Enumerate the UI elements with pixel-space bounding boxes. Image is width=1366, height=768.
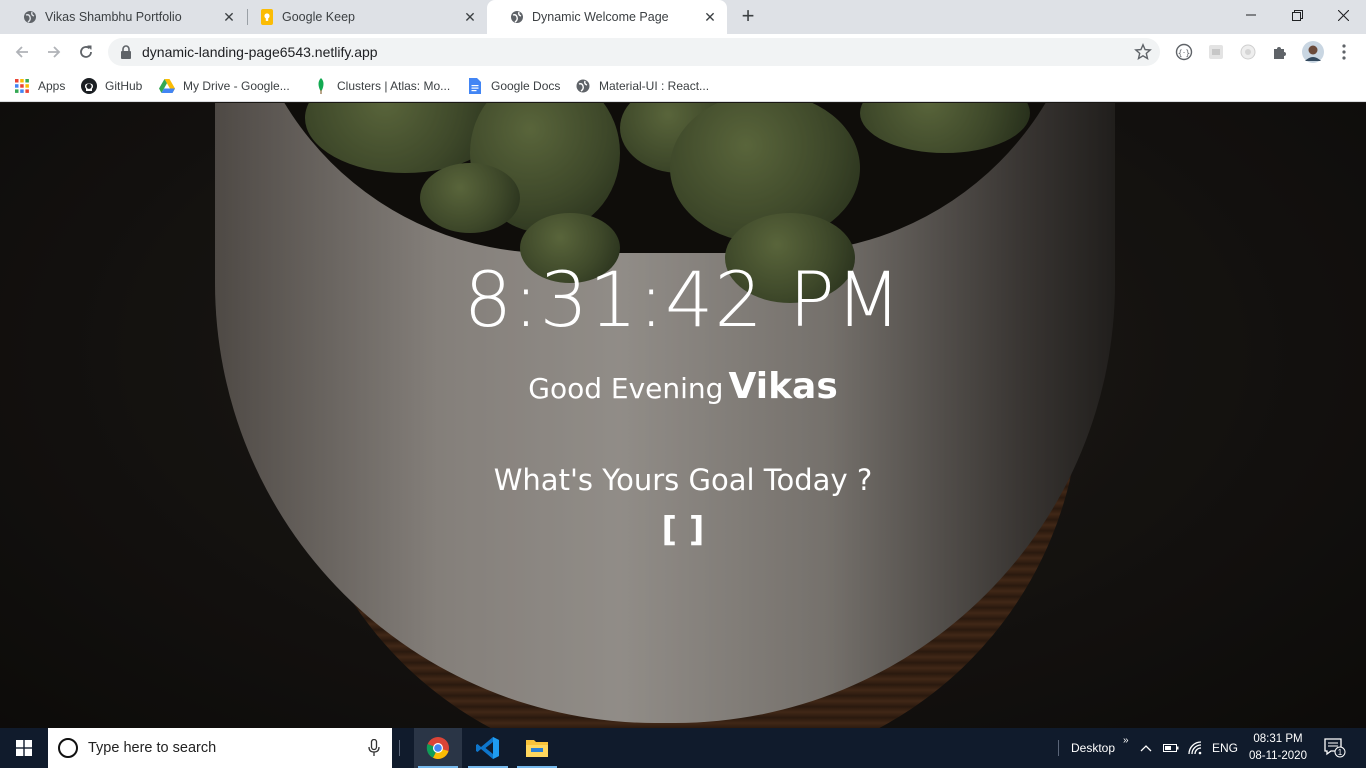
- divider: [1058, 740, 1059, 756]
- browser-toolbar: dynamic-landing-page6543.netlify.app {·}: [0, 34, 1366, 70]
- tab-title: Google Keep: [282, 10, 355, 24]
- tab-title: Dynamic Welcome Page: [532, 10, 669, 24]
- new-tab-button[interactable]: +: [736, 5, 760, 29]
- close-tab-icon[interactable]: ✕: [222, 10, 236, 24]
- back-button[interactable]: [10, 40, 34, 64]
- bookmark-github[interactable]: GitHub: [81, 76, 142, 96]
- goal-question: What's Yours Goal Today ?: [493, 463, 873, 497]
- search-placeholder[interactable]: Type here to search: [88, 740, 216, 756]
- start-button[interactable]: [0, 728, 48, 768]
- google-drive-icon: [159, 78, 175, 94]
- back-arrow-icon: [15, 46, 28, 58]
- bookmark-label: My Drive - Google...: [183, 79, 290, 93]
- url-text[interactable]: dynamic-landing-page6543.netlify.app: [142, 44, 378, 60]
- goal-input[interactable]: [ ]: [0, 510, 1366, 550]
- github-icon: [81, 78, 97, 94]
- forward-button[interactable]: [42, 40, 66, 64]
- svg-text:{·}: {·}: [1178, 49, 1191, 58]
- vscode-icon: [476, 737, 499, 759]
- close-tab-icon[interactable]: ✕: [463, 10, 477, 24]
- bookmark-star-icon[interactable]: [1134, 43, 1152, 66]
- forward-arrow-icon: [48, 46, 61, 58]
- bookmark-label: Google Docs: [491, 79, 561, 93]
- restore-button[interactable]: [1274, 0, 1320, 30]
- windows-logo-icon: [16, 740, 32, 756]
- tab-google-keep[interactable]: Google Keep ✕: [237, 0, 487, 34]
- reload-button[interactable]: [74, 40, 98, 64]
- clock-time: 08:31 PM: [1253, 733, 1303, 745]
- globe-icon: [575, 78, 591, 94]
- google-docs-icon: [467, 78, 483, 94]
- bookmark-apps[interactable]: Apps: [14, 76, 65, 96]
- minimize-button[interactable]: [1228, 0, 1274, 30]
- user-name[interactable]: Vikas: [729, 366, 838, 407]
- chrome-icon: [426, 737, 449, 759]
- desktop-label[interactable]: Desktop: [1071, 741, 1115, 755]
- taskbar-clock[interactable]: 08:31 PM 08-11-2020: [1240, 731, 1316, 765]
- clock-date: 08-11-2020: [1249, 750, 1307, 762]
- extension-icon[interactable]: [1206, 42, 1226, 62]
- apps-grid-icon: [14, 78, 30, 94]
- battery-icon[interactable]: [1163, 728, 1179, 768]
- restore-icon: [1291, 9, 1303, 21]
- bookmark-label: Material-UI : React...: [599, 79, 710, 93]
- wifi-icon[interactable]: [1188, 728, 1204, 768]
- landing-page: 8:31:42 PM Good Evening Vikas What's You…: [0, 103, 1366, 728]
- background-overlay: [0, 103, 1366, 728]
- bookmark-atlas-clusters[interactable]: Clusters | Atlas: Mo...: [313, 76, 450, 96]
- extension-icon[interactable]: {·}: [1174, 42, 1194, 62]
- globe-icon: [509, 9, 525, 25]
- show-hidden-icons-button[interactable]: [1140, 728, 1152, 768]
- tab-vikas-portfolio[interactable]: Vikas Shambhu Portfolio ✕: [0, 0, 246, 34]
- microphone-icon[interactable]: [368, 738, 380, 762]
- extension-icon[interactable]: [1238, 42, 1258, 62]
- divider: [399, 740, 400, 756]
- windows-taskbar: Type here to search Desktop » ENG 08:31 …: [0, 728, 1366, 768]
- greeting-text: Good Evening: [528, 372, 724, 405]
- notification-count: 1: [1337, 748, 1343, 757]
- chevron-up-icon: [1140, 745, 1152, 752]
- action-center-button[interactable]: 1: [1324, 728, 1346, 768]
- browser-tab-strip: Vikas Shambhu Portfolio ✕ Google Keep ✕ …: [0, 0, 1366, 34]
- extensions-puzzle-icon[interactable]: [1270, 42, 1290, 62]
- taskbar-file-explorer[interactable]: [513, 728, 561, 768]
- mongodb-leaf-icon: [313, 78, 329, 94]
- taskbar-search-box[interactable]: Type here to search: [48, 728, 392, 768]
- cortana-icon[interactable]: [58, 738, 78, 758]
- double-chevron-icon[interactable]: »: [1123, 735, 1129, 746]
- desktop-toolbar[interactable]: Desktop »: [1071, 728, 1129, 768]
- tab-title: Vikas Shambhu Portfolio: [45, 10, 182, 24]
- minimize-icon: [1246, 14, 1256, 16]
- taskbar-chrome[interactable]: [414, 728, 462, 768]
- close-window-button[interactable]: [1320, 0, 1366, 30]
- greeting: Good Evening Vikas: [0, 366, 1366, 407]
- google-keep-icon: [259, 9, 275, 25]
- profile-avatar[interactable]: [1302, 41, 1324, 63]
- bookmark-label: Apps: [38, 79, 66, 93]
- bookmark-my-drive[interactable]: My Drive - Google...: [159, 76, 290, 96]
- tab-dynamic-welcome-page[interactable]: Dynamic Welcome Page ✕: [487, 0, 727, 34]
- bookmark-material-ui[interactable]: Material-UI : React...: [575, 76, 709, 96]
- clock-display: 8:31:42 PM: [463, 255, 903, 344]
- bookmark-label: Clusters | Atlas: Mo...: [337, 79, 451, 93]
- bookmarks-bar: Apps GitHub My Drive - Google... Cluster…: [0, 70, 1366, 102]
- close-tab-icon[interactable]: ✕: [703, 10, 717, 24]
- input-language[interactable]: ENG: [1212, 728, 1238, 768]
- reload-icon: [80, 45, 92, 58]
- bookmark-label: GitHub: [105, 79, 143, 93]
- address-bar[interactable]: dynamic-landing-page6543.netlify.app: [108, 38, 1160, 66]
- globe-icon: [22, 9, 38, 25]
- folder-icon: [526, 740, 548, 757]
- taskbar-vscode[interactable]: [464, 728, 512, 768]
- bookmark-google-docs[interactable]: Google Docs: [467, 76, 560, 96]
- close-icon: [1337, 9, 1349, 21]
- menu-kebab-icon[interactable]: [1334, 42, 1354, 62]
- lock-icon[interactable]: [120, 45, 132, 64]
